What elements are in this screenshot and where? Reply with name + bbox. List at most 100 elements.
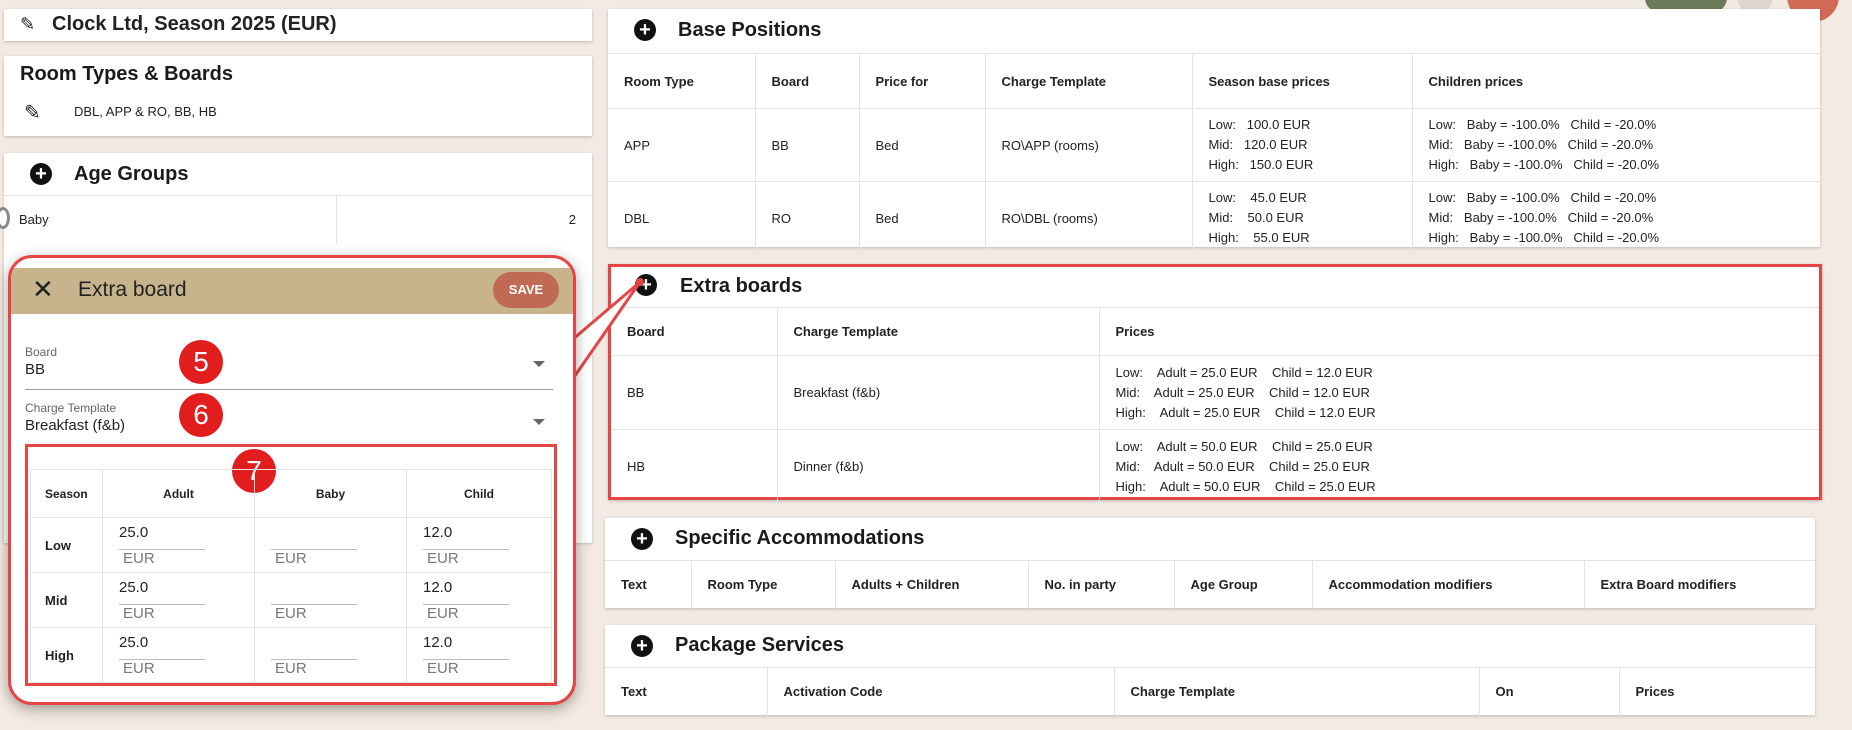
currency-label: EUR [275,549,307,567]
adult-price-cell: 25.0EUR [102,572,255,628]
col-extra-board-modifiers: Extra Board modifiers [1583,560,1815,609]
table-row[interactable]: BB Breakfast (f&b) Low: Adult = 25.0 EUR… [611,355,1819,430]
price-line: High: 55.0 EUR [1208,230,1310,246]
price-grid: 7 Season Adult Baby Child Low 25.0EUR EU… [25,444,557,686]
package-services-card: + Package Services Text Activation Code … [605,625,1815,716]
price-line: High: 150.0 EUR [1208,157,1314,172]
cell-template: RO\APP (rooms) [984,108,1192,182]
col-room-type: Room Type [690,560,835,609]
cell-prices: Low: Adult = 50.0 EUR Child = 25.0 EUR M… [1098,429,1819,504]
table-row[interactable]: HB Dinner (f&b) Low: Adult = 50.0 EUR Ch… [611,429,1819,504]
specific-accommodations-table: Text Room Type Adults + Children No. in … [605,560,1815,609]
pencil-icon[interactable]: ✎ [24,100,41,125]
cell-board: RO [754,181,859,255]
baby-price-cell: EUR [254,572,407,628]
col-prices: Prices [1618,667,1815,716]
season-label: Low [45,537,71,553]
board-value: BB [25,361,46,378]
age-group-row[interactable]: Baby 2 [4,195,592,244]
baby-price-input[interactable] [271,524,357,550]
save-button[interactable]: SAVE [493,272,559,308]
adult-price-input[interactable]: 25.0 [119,524,205,550]
table-row[interactable]: DBL RO Bed RO\DBL (rooms) Low: 45.0 EUR … [608,181,1820,255]
add-package-service-icon[interactable]: + [631,635,653,657]
col-children-prices: Children prices [1411,53,1820,109]
package-services-title: Package Services [675,634,845,656]
currency-label: EUR [123,549,155,567]
pencil-icon[interactable]: ✎ [20,14,35,35]
base-positions-card: + Base Positions Room Type Board Price f… [608,9,1820,255]
board-label: Board [25,345,58,359]
chevron-down-icon [533,361,545,367]
price-line: Low: 45.0 EUR [1208,190,1307,206]
season-row-mid: Mid 25.0EUR EUR 12.0EUR [30,572,552,628]
price-line: Mid: Adult = 25.0 EUR Child = 12.0 EUR [1115,384,1370,400]
col-no-in-party: No. in party [1027,560,1174,609]
price-line: Mid: Adult = 50.0 EUR Child = 25.0 EUR [1115,458,1370,474]
child-price-cell: 12.0EUR [406,572,552,628]
adult-price-input[interactable]: 25.0 [119,579,205,605]
adult-price-input[interactable]: 25.0 [119,634,205,660]
col-adult: Adult [102,469,255,518]
dialog-title: Extra board [78,278,187,301]
cell-template: Dinner (f&b) [776,429,1099,504]
child-price-input[interactable]: 12.0 [423,524,509,550]
table-row[interactable]: APP BB Bed RO\APP (rooms) Low: 100.0 EUR… [608,108,1820,182]
children-line: Low: Baby = -100.0% Child = -20.0% [1428,190,1657,206]
child-price-input[interactable]: 12.0 [423,634,509,660]
currency-label: EUR [427,604,459,622]
add-accommodation-icon[interactable]: + [631,528,653,550]
price-line: Mid: 120.0 EUR [1208,137,1308,152]
col-season: Season [45,486,88,501]
cell-board: HB [627,459,646,475]
extra-board-dialog: ✕ Extra board SAVE Board BB 5 Charge Tem… [8,255,576,705]
col-room-type: Room Type [624,73,694,89]
children-line: High: Baby = -100.0% Child = -20.0% [1428,230,1660,246]
room-types-card: Room Types & Boards ✎ DBL, APP & RO, BB,… [4,56,592,136]
currency-label: EUR [427,659,459,677]
board-select[interactable]: Board BB [25,345,553,390]
add-age-group-icon[interactable]: + [30,163,52,185]
callout-connector [570,278,644,382]
season-card: ✎ Clock Ltd, Season 2025 (EUR) [4,9,592,41]
cell-price-for: Bed [858,181,985,255]
season-row-high: High 25.0EUR EUR 12.0EUR [30,627,552,683]
base-positions-table: Room Type Board Price for Charge Templat… [608,53,1820,255]
price-line: High: Adult = 25.0 EUR Child = 12.0 EUR [1115,404,1376,420]
season-label: Mid [45,592,68,608]
child-price-cell: 12.0EUR [406,627,552,683]
add-base-position-icon[interactable]: + [634,19,656,41]
col-on: On [1478,667,1619,716]
close-icon[interactable]: ✕ [32,274,54,305]
col-text: Text [621,577,647,593]
price-line: Low: Adult = 50.0 EUR Child = 25.0 EUR [1115,438,1373,454]
children-line: Mid: Baby = -100.0% Child = -20.0% [1428,137,1654,152]
adult-price-cell: 25.0EUR [102,627,255,683]
col-charge-template: Charge Template [776,307,1099,356]
child-price-input[interactable]: 12.0 [423,579,509,605]
season-label: High [45,647,74,663]
child-price-cell: 12.0EUR [406,517,552,573]
price-line: High: Adult = 50.0 EUR Child = 25.0 EUR [1115,478,1376,494]
children-line: Low: Baby = -100.0% Child = -20.0% [1428,117,1657,132]
col-board: Board [754,53,859,109]
price-line: Mid: 50.0 EUR [1208,210,1304,226]
baby-price-input[interactable] [271,579,357,605]
step-badge-5: 5 [179,340,223,384]
room-types-title: Room Types & Boards [20,63,233,85]
specific-accommodations-title: Specific Accommodations [675,527,925,549]
baby-price-input[interactable] [271,634,357,660]
cell-room-type: DBL [624,210,650,226]
charge-template-label: Charge Template [25,401,117,415]
col-prices: Prices [1098,307,1819,356]
specific-accommodations-card: + Specific Accommodations Text Room Type… [605,518,1815,609]
cell-template: Breakfast (f&b) [776,355,1099,430]
currency-label: EUR [427,549,459,567]
cell-children-prices: Low: Baby = -100.0% Child = -20.0% Mid: … [1411,108,1820,182]
step-badge-6: 6 [179,393,223,437]
age-group-value: 2 [568,212,576,227]
cell-season-prices: Low: 100.0 EUR Mid: 120.0 EUR High: 150.… [1191,108,1412,182]
cell-prices: Low: Adult = 25.0 EUR Child = 12.0 EUR M… [1098,355,1819,430]
charge-template-select[interactable]: Charge Template Breakfast (f&b) [25,401,553,447]
col-price-for: Price for [858,53,985,109]
